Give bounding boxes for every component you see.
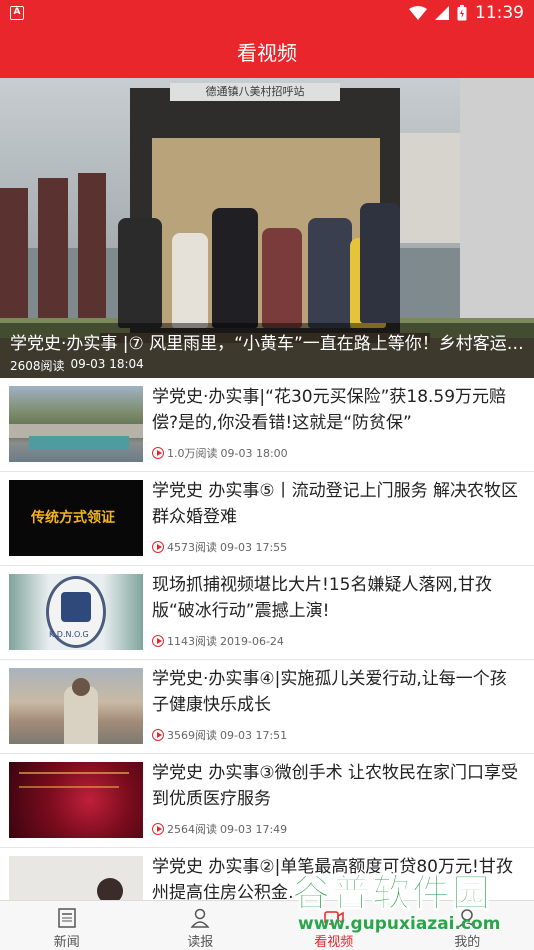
news-meta: 4573阅读 09-03 17:55	[152, 539, 287, 555]
thumbnail-text: K.D.N.O.G	[49, 630, 89, 639]
signal-icon	[435, 6, 449, 20]
news-time: 09-03 17:51	[220, 728, 288, 742]
news-meta: 1.0万阅读 09-03 18:00	[152, 445, 288, 461]
play-icon	[152, 823, 164, 835]
status-icons: 11:39	[409, 3, 524, 23]
news-reads: 3569阅读	[167, 729, 217, 742]
nav-label: 读报	[187, 935, 214, 950]
hero-caption: 学党史·办实事 |⑦ 风里雨里，“小黄车”一直在路上等你！乡村客运… 2608阅…	[0, 323, 534, 378]
play-icon	[152, 541, 164, 553]
hero-reads: 2608阅读	[10, 359, 65, 373]
thumbnail	[9, 668, 143, 744]
reader-icon	[190, 908, 210, 928]
news-time: 09-03 17:55	[220, 540, 288, 554]
thumbnail: K.D.N.O.G	[9, 574, 143, 650]
thumbnail-text: 传统方式领证	[31, 510, 115, 526]
page-title: 看视频	[237, 41, 297, 65]
news-reads: 1143阅读	[167, 635, 217, 648]
news-title: 学党史 办实事③微创手术 让农牧民在家门口享受到优质医疗服务	[152, 763, 519, 809]
wifi-icon	[409, 6, 427, 20]
news-title: 学党史·办实事|“花30元买保险”获18.59万元赔偿?是的,你没看错!这就是“…	[152, 387, 507, 433]
news-title: 学党史·办实事④|实施孤儿关爱行动,让每一个孩子健康快乐成长	[152, 669, 507, 715]
list-item[interactable]: 学党史·办实事④|实施孤儿关爱行动,让每一个孩子健康快乐成长 3569阅读 09…	[0, 660, 534, 754]
list-item[interactable]: 传统方式领证 学党史 办实事⑤丨流动登记上门服务 解决农牧区群众婚登难 4573…	[0, 472, 534, 566]
newspaper-icon	[58, 908, 76, 928]
hero-time: 09-03 18:04	[70, 357, 144, 371]
hero-video-card[interactable]: 德通镇八美村招呼站 学党史·办实事 |⑦ 风里雨里，“小黄车”一直在路上等你！乡…	[0, 78, 534, 378]
list-item[interactable]: 学党史·办实事|“花30元买保险”获18.59万元赔偿?是的,你没看错!这就是“…	[0, 378, 534, 472]
list-item[interactable]: K.D.N.O.G 现场抓捕视频堪比大片!15名嫌疑人落网,甘孜版“破冰行动”震…	[0, 566, 534, 660]
news-title: 现场抓捕视频堪比大片!15名嫌疑人落网,甘孜版“破冰行动”震撼上演!	[152, 575, 492, 621]
status-time: 11:39	[475, 3, 524, 23]
watermark: 谷普软件园 www.gupuxiazai.com	[291, 862, 534, 950]
news-reads: 1.0万阅读	[167, 447, 218, 460]
news-meta: 2564阅读 09-03 17:49	[152, 821, 287, 837]
news-title: 学党史 办实事⑤丨流动登记上门服务 解决农牧区群众婚登难	[152, 481, 519, 527]
battery-icon	[457, 5, 467, 21]
watermark-url: www.gupuxiazai.com	[298, 914, 501, 934]
thumbnail	[9, 762, 143, 838]
news-list: 学党史·办实事|“花30元买保险”获18.59万元赔偿?是的,你没看错!这就是“…	[0, 378, 534, 942]
status-bar: A 11:39	[0, 0, 534, 28]
nav-item-news[interactable]: 新闻	[0, 901, 134, 950]
nav-item-reader[interactable]: 读报	[134, 901, 268, 950]
hero-title: 学党史·办实事 |⑦ 风里雨里，“小黄车”一直在路上等你！乡村客运…	[10, 334, 524, 354]
app-notification-icon: A	[10, 6, 24, 20]
news-time: 2019-06-24	[220, 634, 284, 648]
thumbnail: 传统方式领证	[9, 480, 143, 556]
news-reads: 4573阅读	[167, 541, 217, 554]
news-meta: 3569阅读 09-03 17:51	[152, 727, 287, 743]
watermark-title: 谷普软件园	[291, 871, 493, 916]
hero-meta: 2608阅读 09-03 18:04	[10, 357, 144, 374]
news-time: 09-03 17:49	[220, 822, 288, 836]
play-icon	[152, 635, 164, 647]
hero-sign: 德通镇八美村招呼站	[170, 83, 340, 101]
list-item[interactable]: 学党史 办实事③微创手术 让农牧民在家门口享受到优质医疗服务 2564阅读 09…	[0, 754, 534, 848]
nav-label: 新闻	[53, 935, 80, 950]
news-meta: 1143阅读 2019-06-24	[152, 633, 284, 649]
play-icon	[152, 729, 164, 741]
app-bar: 看视频	[0, 28, 534, 78]
play-icon	[152, 447, 164, 459]
news-reads: 2564阅读	[167, 823, 217, 836]
news-time: 09-03 18:00	[220, 446, 288, 460]
thumbnail	[9, 386, 143, 462]
